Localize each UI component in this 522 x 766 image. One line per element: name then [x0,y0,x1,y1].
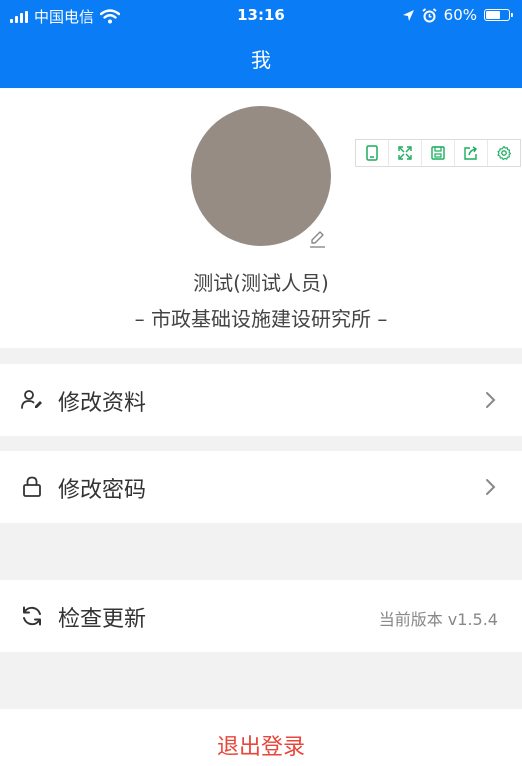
logout-button[interactable]: 退出登录 [0,709,522,766]
chevron-right-icon [486,479,496,495]
battery-percent: 60% [443,6,477,24]
user-name: 测试(测试人员) [193,271,329,295]
edit-avatar-icon[interactable] [307,229,327,249]
logout-label: 退出登录 [216,735,305,760]
user-edit-icon [21,390,42,409]
chevron-right-icon [486,392,496,408]
tool-settings-button[interactable] [488,140,520,166]
change-password-row[interactable]: 修改密码 [0,451,522,523]
gear-icon [497,145,512,161]
check-update-row[interactable]: 检查更新 当前版本 v1.5.4 [0,580,522,652]
edit-profile-row[interactable]: 修改资料 [0,364,522,436]
screenshot-toolbox [355,139,521,167]
battery-icon [484,9,513,21]
tool-share-button[interactable] [455,140,488,166]
page-title: 我 [251,48,271,72]
save-disk-icon [431,146,445,160]
user-organization: – 市政基础设施建设研究所 – [134,307,388,331]
current-version-text: 当前版本 v1.5.4 [378,610,498,629]
avatar[interactable] [191,106,331,246]
phone-frame-icon [366,145,378,161]
refresh-icon [23,606,41,626]
tool-fullscreen-button[interactable] [389,140,422,166]
location-arrow-icon [402,9,414,21]
lock-icon [23,476,41,497]
expand-icon [398,146,412,160]
alarm-clock-icon [422,7,437,22]
tool-save-button[interactable] [422,140,455,166]
check-update-label: 检查更新 [58,607,147,632]
status-bar: 中国电信 13:16 60% [0,0,522,30]
top-bar: 中国电信 13:16 60% 我 [0,0,522,88]
share-icon [464,146,477,160]
tool-phone-button[interactable] [356,140,389,166]
change-password-label: 修改密码 [58,478,147,503]
profile-section: 测试(测试人员) – 市政基础设施建设研究所 – [0,88,522,348]
edit-profile-label: 修改资料 [58,391,147,416]
